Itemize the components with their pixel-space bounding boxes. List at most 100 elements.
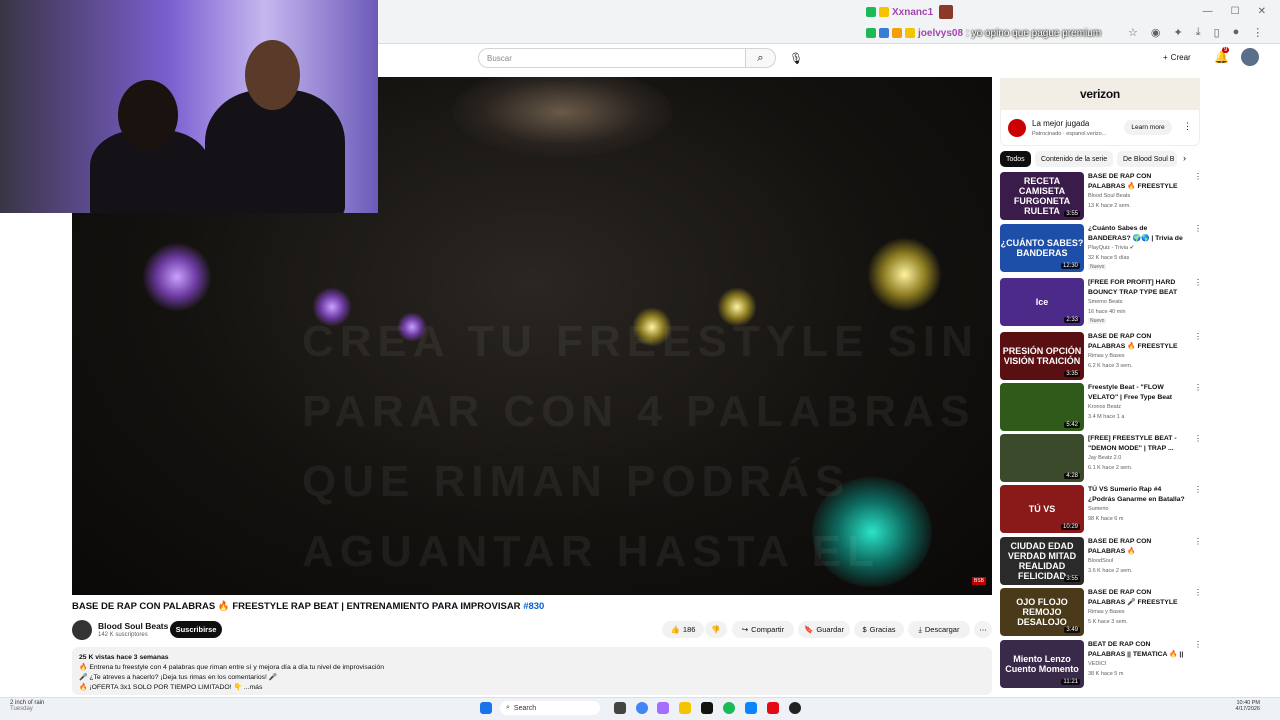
create-button[interactable]: + Crear xyxy=(1163,49,1203,66)
video-overlay-text: CREA TU FREESTYLE SIN PARAR CON 4 PALABR… xyxy=(302,317,979,576)
folder-icon[interactable] xyxy=(679,702,691,714)
app-icon[interactable] xyxy=(657,702,669,714)
more-icon[interactable]: ⋮ xyxy=(1194,640,1202,649)
duration-badge: 3:55 xyxy=(1064,576,1080,582)
recommendation-channel[interactable]: Smemo Beats xyxy=(1088,299,1123,305)
chip-all[interactable]: Todos xyxy=(1000,151,1031,167)
more-actions-button[interactable]: ⋯ xyxy=(974,621,992,638)
tiktok-icon[interactable] xyxy=(701,702,713,714)
profile-icon[interactable]: ● xyxy=(1233,26,1240,39)
subscribe-button[interactable]: Suscribirse xyxy=(170,621,222,638)
task-view-icon[interactable] xyxy=(614,702,626,714)
recommendation-title[interactable]: BASE DE RAP CON PALABRAS 🔥 FREESTYLE RAP… xyxy=(1088,172,1188,191)
voice-search-button[interactable]: 🎙 xyxy=(786,48,806,68)
app-icon[interactable] xyxy=(789,702,801,714)
avatar[interactable] xyxy=(1241,48,1259,66)
chevron-right-icon[interactable]: › xyxy=(1183,153,1186,163)
taskbar-search-label: Search xyxy=(513,704,537,712)
recommendation-channel[interactable]: PlayQuiz - Trivia ✔ xyxy=(1088,245,1134,251)
description-box[interactable]: 25 K vistas hace 3 semanas 🔥 Entrena tu … xyxy=(72,647,992,695)
browser-extension-icons: ☆ ◉ ✦ ⤓ ▯ ● ⋮ xyxy=(1128,26,1263,39)
hashtag-link[interactable]: #830 xyxy=(523,601,544,612)
chip-channel[interactable]: De Blood Soul B xyxy=(1117,151,1177,167)
more-icon[interactable]: ⋮ xyxy=(1194,588,1202,597)
more-icon[interactable]: ⋮ xyxy=(1194,172,1202,181)
more-icon[interactable]: ⋮ xyxy=(1194,537,1202,546)
more-icon[interactable]: ⋮ xyxy=(1194,278,1202,287)
more-icon[interactable]: ⋮ xyxy=(1194,332,1202,341)
recommendation-title[interactable]: BASE DE RAP CON PALABRAS 🎤 FREESTYLE RAP… xyxy=(1088,588,1188,607)
windows-start-icon[interactable] xyxy=(480,702,492,714)
duration-badge: 3:49 xyxy=(1064,627,1080,633)
recommendation-title[interactable]: BASE DE RAP CON PALABRAS 🔥 FREESTYLE RAP… xyxy=(1088,332,1188,351)
channel-avatar[interactable] xyxy=(72,620,92,640)
chrome-icon[interactable] xyxy=(636,702,648,714)
ad-banner[interactable]: verizon xyxy=(1000,78,1200,110)
recommendation-item[interactable]: Miento Lenzo Cuento Momento 11:21 BEAT DE … xyxy=(1000,640,1202,688)
recommendation-channel[interactable]: Rimas y Bases xyxy=(1088,609,1125,615)
star-icon[interactable]: ☆ xyxy=(1128,26,1138,39)
extension-icon[interactable]: ◉ xyxy=(1151,26,1161,39)
channel-watermark: BSB xyxy=(971,577,986,585)
recommendation-title[interactable]: TÚ VS Sumerio Rap #4 ¿Podrás Ganarme en … xyxy=(1088,485,1188,504)
chat-text: : yo opino que pague premium xyxy=(966,27,1102,39)
recommendation-channel[interactable]: VEDICI xyxy=(1088,661,1106,667)
recommendation-item[interactable]: 4:28 [FREE] FREESTYLE BEAT - "DEMON MODE"… xyxy=(1000,434,1202,482)
weather-widget[interactable]: 2 inch of rain Tuesday xyxy=(10,700,44,712)
learn-more-button[interactable]: Learn more xyxy=(1124,120,1172,135)
system-clock[interactable]: 10:40 PM 4/17/2026 xyxy=(1228,700,1260,712)
recommendation-title[interactable]: BASE DE RAP CON PALABRAS 🔥 ENTRENAMIENTO… xyxy=(1088,537,1188,556)
thanks-button[interactable]: $ Gracias xyxy=(854,621,904,638)
channel-name[interactable]: Blood Soul Beats xyxy=(98,621,168,631)
recommendation-stats: 98 K hace 6 m xyxy=(1088,516,1124,522)
recommendation-stats: 5 K hace 3 sem. xyxy=(1088,619,1128,625)
share-button[interactable]: ↪ Compartir xyxy=(732,621,794,638)
search-input[interactable]: Buscar xyxy=(478,48,746,68)
save-button[interactable]: 🔖 Guardar xyxy=(798,621,850,638)
share-label: Compartir xyxy=(751,625,785,634)
recommendation-channel[interactable]: Sumerio xyxy=(1088,506,1108,512)
download-icon[interactable]: ⤓ xyxy=(1196,26,1201,39)
like-button[interactable]: 👍 186 xyxy=(662,621,704,638)
search-button[interactable]: ⌕ xyxy=(746,48,776,68)
netflix-icon[interactable] xyxy=(767,702,779,714)
recommendation-item[interactable]: 5:42 Freestyle Beat - "FLOW VELATO" | Fre… xyxy=(1000,383,1202,431)
menu-icon[interactable]: ⋮ xyxy=(1252,26,1263,39)
chip-series[interactable]: Contenido de la serie xyxy=(1035,151,1114,167)
recommendation-item[interactable]: TÚ VS 10:29 TÚ VS Sumerio Rap #4 ¿Podrás G… xyxy=(1000,485,1202,533)
minimize-icon[interactable]: — xyxy=(1203,6,1213,17)
recommendation-item[interactable]: RECETA CAMISETA FURGONETA RULETA 3:55 BASE… xyxy=(1000,172,1202,220)
recommendation-item[interactable]: OJO FLOJO REMOJO DESALOJO 3:49 BASE DE RAP… xyxy=(1000,588,1202,636)
recommendation-title[interactable]: Freestyle Beat - "FLOW VELATO" | Free Ty… xyxy=(1088,383,1188,402)
download-button[interactable]: ⤓ Descargar xyxy=(908,621,970,638)
recommendation-item[interactable]: ¿CUÁNTO SABES? BANDERAS 12:30 ¿Cuánto Sabe… xyxy=(1000,224,1202,272)
more-icon[interactable]: ⋮ xyxy=(1194,224,1202,233)
recommendation-item[interactable]: CIUDAD EDAD VERDAD MITAD REALIDAD FELICI… xyxy=(1000,537,1202,585)
app-icon[interactable] xyxy=(723,702,735,714)
maximize-icon[interactable]: ☐ xyxy=(1231,6,1240,17)
ad-more-icon[interactable]: ⋮ xyxy=(1183,121,1192,132)
taskbar-search[interactable]: ⌕ Search xyxy=(500,701,600,715)
recommendation-title[interactable]: [FREE FOR PROFIT] HARD BOUNCY TRAP TYPE … xyxy=(1088,278,1188,297)
close-icon[interactable]: ✕ xyxy=(1258,6,1266,17)
recommendation-item[interactable]: Ice 2:33 [FREE FOR PROFIT] HARD BOUNCY TRA… xyxy=(1000,278,1202,326)
recommendation-title[interactable]: BEAT DE RAP CON PALABRAS || TEMATICA 🔥 |… xyxy=(1088,640,1188,659)
recommendation-channel[interactable]: Blood Soul Beats xyxy=(1088,193,1130,199)
save-label: Guardar xyxy=(816,625,844,634)
dislike-button[interactable]: 👎 xyxy=(705,621,727,638)
more-icon[interactable]: ⋮ xyxy=(1194,485,1202,494)
duration-badge: 2:33 xyxy=(1064,317,1080,323)
more-icon[interactable]: ⋮ xyxy=(1194,434,1202,443)
recommendation-channel[interactable]: Jay Beatz 2.0 xyxy=(1088,455,1121,461)
more-icon[interactable]: ⋮ xyxy=(1194,383,1202,392)
recommendation-channel[interactable]: Rimas y Bases xyxy=(1088,353,1125,359)
recommendation-title[interactable]: [FREE] FREESTYLE BEAT - "DEMON MODE" | T… xyxy=(1088,434,1188,453)
sidebar-icon[interactable]: ▯ xyxy=(1214,26,1220,39)
recommendation-channel[interactable]: Kronos Beatz xyxy=(1088,404,1121,410)
recommendation-title[interactable]: ¿Cuánto Sabes de BANDERAS? 🌍🌎 | Trivia d… xyxy=(1088,224,1188,243)
recommendation-channel[interactable]: BloodSoul xyxy=(1088,558,1113,564)
puzzle-icon[interactable]: ✦ xyxy=(1173,26,1182,39)
recommendation-stats: 6.2 K hace 3 sem. xyxy=(1088,363,1133,369)
recommendation-item[interactable]: PRESIÓN OPCIÓN VISIÓN TRAICIÓN 3:35 BASE D… xyxy=(1000,332,1202,380)
store-icon[interactable] xyxy=(745,702,757,714)
